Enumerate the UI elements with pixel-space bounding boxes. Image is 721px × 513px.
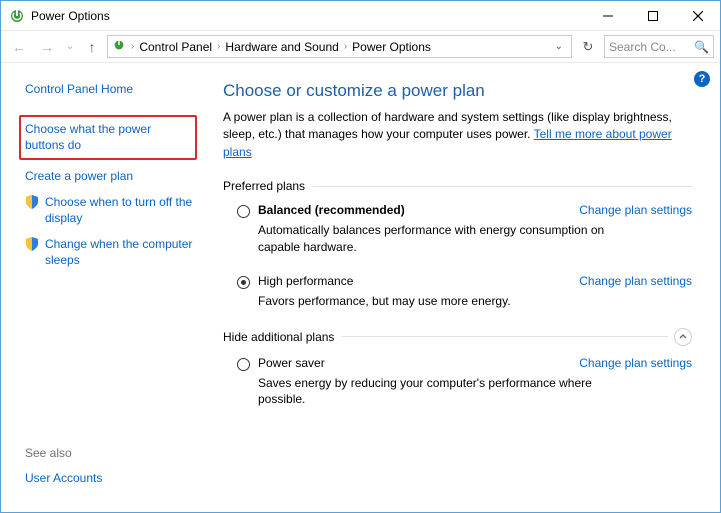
nav-bar: ← → ⌄ ↑ › Control Panel › Hardware and S… — [1, 31, 720, 63]
see-also-section: See also User Accounts — [25, 446, 197, 500]
breadcrumb-control-panel[interactable]: Control Panel — [139, 40, 212, 54]
plan-balanced: Balanced (recommended) Change plan setti… — [223, 203, 692, 256]
divider — [313, 186, 692, 187]
chevron-right-icon: › — [131, 41, 134, 52]
see-also-heading: See also — [25, 446, 197, 460]
sidebar-item-label: Change when the computer sleeps — [45, 236, 197, 268]
plan-name[interactable]: High performance — [258, 274, 353, 288]
breadcrumb-power-options[interactable]: Power Options — [352, 40, 431, 54]
radio-balanced[interactable] — [237, 205, 250, 218]
intro-text: A power plan is a collection of hardware… — [223, 109, 692, 161]
help-icon[interactable]: ? — [694, 71, 710, 87]
sidebar-item-create-plan[interactable]: Create a power plan — [25, 168, 197, 184]
sidebar: Control Panel Home Choose what the power… — [1, 63, 211, 512]
plan-name[interactable]: Balanced (recommended) — [258, 203, 405, 217]
control-panel-home-link[interactable]: Control Panel Home — [25, 81, 197, 97]
forward-button[interactable]: → — [35, 35, 59, 59]
divider — [342, 336, 668, 337]
collapse-icon[interactable] — [674, 328, 692, 346]
plan-description: Favors performance, but may use more ene… — [258, 293, 638, 310]
address-dropdown-icon[interactable]: ⌄ — [551, 41, 567, 52]
maximize-button[interactable] — [630, 1, 675, 30]
breadcrumb-hardware-sound[interactable]: Hardware and Sound — [225, 40, 338, 54]
plan-description: Automatically balances performance with … — [258, 222, 638, 256]
search-placeholder: Search Co... — [609, 40, 690, 54]
section-label: Preferred plans — [223, 179, 305, 193]
sidebar-item-turn-off-display[interactable]: Choose when to turn off the display — [25, 194, 197, 226]
history-dropdown-icon[interactable]: ⌄ — [63, 35, 77, 59]
minimize-button[interactable] — [585, 1, 630, 30]
section-label: Hide additional plans — [223, 330, 334, 344]
search-icon: 🔍 — [694, 40, 709, 54]
radio-power-saver[interactable] — [237, 358, 250, 371]
hide-additional-plans-heading[interactable]: Hide additional plans — [223, 328, 692, 346]
page-heading: Choose or customize a power plan — [223, 81, 692, 101]
content-area: ? Control Panel Home Choose what the pow… — [1, 63, 720, 512]
sidebar-item-sleep[interactable]: Change when the computer sleeps — [25, 236, 197, 268]
sidebar-item-label: Choose what the power buttons do — [25, 121, 191, 153]
sidebar-item-label: Create a power plan — [25, 168, 133, 184]
close-button[interactable] — [675, 1, 720, 30]
preferred-plans-heading: Preferred plans — [223, 179, 692, 193]
up-button[interactable]: ↑ — [81, 36, 103, 58]
chevron-right-icon: › — [217, 41, 220, 52]
title-bar: Power Options — [1, 1, 720, 31]
refresh-button[interactable]: ↻ — [576, 35, 600, 58]
sidebar-item-label: Choose when to turn off the display — [45, 194, 197, 226]
address-bar[interactable]: › Control Panel › Hardware and Sound › P… — [107, 35, 572, 58]
shield-icon — [25, 237, 39, 251]
shield-icon — [25, 195, 39, 209]
plan-name[interactable]: Power saver — [258, 356, 325, 370]
radio-high-performance[interactable] — [237, 276, 250, 289]
change-plan-settings-link[interactable]: Change plan settings — [579, 203, 692, 217]
plan-description: Saves energy by reducing your computer's… — [258, 375, 638, 409]
window-title: Power Options — [31, 9, 110, 23]
search-input[interactable]: Search Co... 🔍 — [604, 35, 714, 58]
see-also-user-accounts[interactable]: User Accounts — [25, 471, 102, 485]
change-plan-settings-link[interactable]: Change plan settings — [579, 356, 692, 370]
main-panel: Choose or customize a power plan A power… — [211, 63, 720, 512]
back-button[interactable]: ← — [7, 35, 31, 59]
power-options-icon — [9, 8, 25, 24]
chevron-right-icon: › — [344, 41, 347, 52]
change-plan-settings-link[interactable]: Change plan settings — [579, 274, 692, 288]
window-controls — [585, 1, 720, 30]
plan-high-performance: High performance Change plan settings Fa… — [223, 274, 692, 310]
battery-icon — [112, 38, 126, 55]
plan-power-saver: Power saver Change plan settings Saves e… — [223, 356, 692, 409]
sidebar-item-power-buttons[interactable]: Choose what the power buttons do — [19, 115, 197, 159]
